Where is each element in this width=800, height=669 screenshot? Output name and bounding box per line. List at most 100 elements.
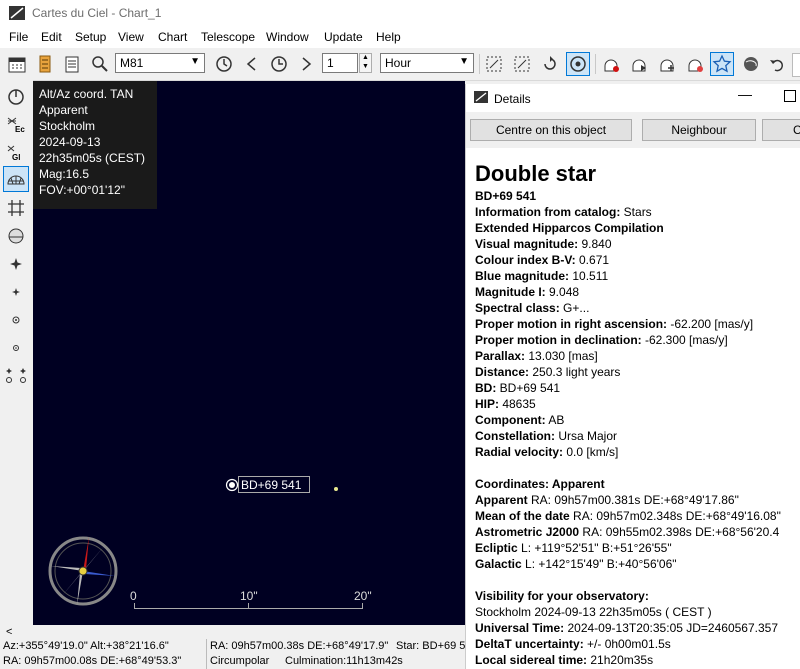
nebula-small-icon[interactable]: [6, 338, 26, 358]
ecliptic-grid-icon[interactable]: Ec: [6, 114, 26, 134]
menu-update[interactable]: Update: [324, 30, 363, 44]
galaxy-icon[interactable]: [741, 54, 761, 74]
compass-rose-icon: [48, 536, 118, 606]
title-bar: Cartes du Ciel - Chart_1: [0, 0, 800, 26]
toolbar-overflow[interactable]: [792, 53, 800, 77]
property-key: HIP:: [475, 397, 499, 411]
menu-help[interactable]: Help: [376, 30, 401, 44]
main-toolbar: M81 ▼ 1 ▲ ▼ Hour ▼: [0, 48, 800, 81]
property-row: Proper motion in declination: -62.300 [m…: [475, 332, 800, 348]
star-button[interactable]: [710, 52, 734, 76]
alt-az-grid-icon: [7, 175, 25, 185]
zoom-out-icon[interactable]: [512, 54, 532, 74]
calendar-icon[interactable]: [7, 54, 27, 74]
toolbar-divider: [595, 54, 596, 74]
menu-window[interactable]: Window: [266, 30, 309, 44]
status-radec-object: RA: 09h57m00.38s DE:+68°49'17.9": [210, 640, 389, 652]
zoom-select-icon[interactable]: [484, 54, 504, 74]
time-step-value: 1: [327, 56, 334, 70]
menu-telescope[interactable]: Telescope: [201, 30, 255, 44]
object-search-value: M81: [120, 56, 144, 70]
target-button[interactable]: [566, 52, 590, 76]
property-key: BD:: [475, 381, 497, 395]
search-icon[interactable]: [90, 54, 110, 74]
scale-tick: [362, 603, 363, 609]
telescope-sync-icon[interactable]: [657, 54, 677, 74]
alt-az-grid-button[interactable]: [3, 166, 29, 192]
status-circumpolar: Circumpolar: [210, 655, 270, 667]
property-value: AB: [545, 413, 565, 427]
object-type-heading: Double star: [475, 161, 597, 186]
coordinate-value: RA: 09h55m02.398s DE:+68°56'20.4: [579, 525, 780, 539]
star-cluster-icon[interactable]: [3, 365, 29, 385]
visibility-list: Universal Time: 2024-09-13T20:35:05 JD=2…: [475, 620, 800, 668]
visibility-row: Local sidereal time: 21h20m35s: [475, 652, 800, 668]
coordinate-key: Apparent: [475, 493, 528, 507]
star-small-icon[interactable]: [6, 282, 26, 302]
chart-info-overlay: Alt/Az coord. TAN Apparent Stockholm 202…: [33, 81, 157, 209]
telescope-connect-icon[interactable]: [601, 54, 621, 74]
more-button[interactable]: C: [762, 119, 800, 141]
info-time: 22h35m05s (CEST): [39, 151, 146, 165]
chevron-down-icon: ▼: [459, 56, 469, 67]
property-row: Component: AB: [475, 412, 800, 428]
property-value: G+...: [559, 301, 590, 315]
property-row: Radial velocity: 0.0 [km/s]: [475, 444, 800, 460]
companion-star[interactable]: [333, 486, 339, 492]
alt-az-icon[interactable]: [6, 86, 26, 106]
property-value: 13.030 [mas]: [525, 349, 598, 363]
time-forward-icon[interactable]: [296, 54, 316, 74]
rotate-icon[interactable]: [540, 54, 560, 74]
nebula-large-icon[interactable]: [6, 310, 26, 330]
time-back-icon[interactable]: [242, 54, 262, 74]
object-name: BD+69 541: [475, 189, 537, 203]
coordinate-value: RA: 09h57m00.381s DE:+68°49'17.86": [527, 493, 739, 507]
menu-edit[interactable]: Edit: [41, 30, 62, 44]
maximize-button[interactable]: [784, 90, 796, 102]
telescope-abort-icon[interactable]: [685, 54, 705, 74]
property-key: Visual magnitude:: [475, 237, 579, 251]
object-properties: Information from catalog: Stars Extended …: [475, 204, 800, 460]
time-step-spinner[interactable]: ▲ ▼: [359, 53, 372, 73]
chevron-up-icon: ▲: [362, 54, 369, 61]
undo-icon[interactable]: [767, 54, 787, 74]
property-key: Proper motion in declination:: [475, 333, 642, 347]
property-value: 250.3 light years: [529, 365, 621, 379]
eq-grid-icon[interactable]: [6, 198, 26, 218]
coordinate-row: Apparent RA: 09h57m00.381s DE:+68°49'17.…: [475, 492, 800, 508]
menu-chart[interactable]: Chart: [158, 30, 187, 44]
time-step-input[interactable]: 1: [322, 53, 358, 73]
selected-star-marker[interactable]: [225, 478, 239, 492]
object-search-combo[interactable]: M81 ▼: [115, 53, 205, 73]
clock-icon[interactable]: [214, 54, 234, 74]
catalog-icon[interactable]: [35, 54, 55, 74]
list-icon[interactable]: [62, 54, 82, 74]
star-large-icon[interactable]: [6, 254, 26, 274]
property-key: Colour index B-V:: [475, 253, 576, 267]
details-title-bar: Details —: [466, 84, 800, 112]
visibility-value: +/- 0h00m01.5s: [583, 637, 671, 651]
minimize-button[interactable]: —: [738, 86, 752, 102]
horizon-icon[interactable]: [6, 226, 26, 246]
menu-view[interactable]: View: [118, 30, 144, 44]
status-bar: < Az:+355°49'19.0" Alt:+38°21'16.6" RA: …: [0, 626, 465, 669]
scroll-left-icon[interactable]: <: [6, 626, 12, 638]
property-value: -62.200 [mas/y]: [667, 317, 754, 331]
time-unit-select[interactable]: Hour ▼: [380, 53, 474, 73]
time-now-icon[interactable]: [269, 54, 289, 74]
scale-label-20: 20": [354, 589, 372, 603]
details-title: Details: [494, 92, 531, 106]
menu-setup[interactable]: Setup: [75, 30, 106, 44]
telescope-slew-icon[interactable]: [629, 54, 649, 74]
coordinate-row: Galactic L: +142°15'49" B:+40°56'06": [475, 556, 800, 572]
sky-chart[interactable]: Alt/Az coord. TAN Apparent Stockholm 202…: [33, 81, 465, 625]
neighbour-button[interactable]: Neighbour: [642, 119, 756, 141]
galactic-grid-icon[interactable]: Gl: [6, 142, 26, 162]
property-key: Component:: [475, 413, 546, 427]
centre-on-object-button[interactable]: Centre on this object: [470, 119, 632, 141]
property-row: Distance: 250.3 light years: [475, 364, 800, 380]
menu-bar: File Edit Setup View Chart Telescope Win…: [0, 26, 800, 48]
scale-label-0: 0: [130, 589, 137, 603]
star-label[interactable]: BD+69 541: [238, 476, 310, 493]
menu-file[interactable]: File: [9, 30, 28, 44]
